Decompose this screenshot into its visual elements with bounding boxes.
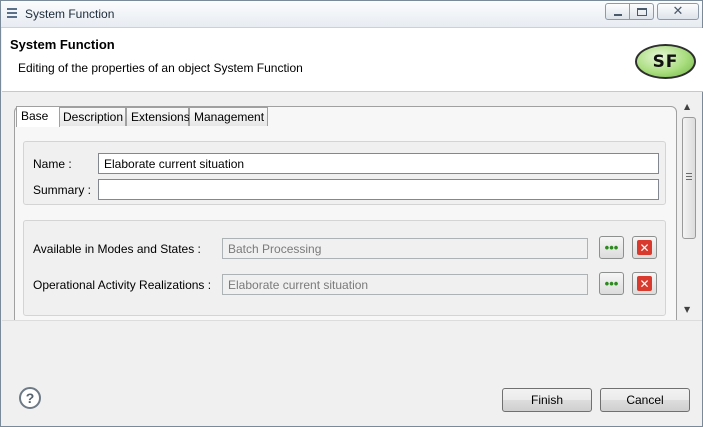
tab-extensions[interactable]: Extensions xyxy=(126,107,190,126)
ellipsis-icon: ••• xyxy=(604,275,619,291)
modes-states-label: Available in Modes and States : xyxy=(33,242,201,256)
vertical-scrollbar[interactable]: ▲ ▼ xyxy=(680,102,697,320)
app-menu-icon[interactable] xyxy=(7,8,19,21)
references-group xyxy=(23,220,666,316)
grip-icon xyxy=(686,173,692,182)
op-activity-remove-button[interactable]: ✕ xyxy=(632,272,657,295)
tab-description[interactable]: Description xyxy=(58,107,126,126)
tab-management[interactable]: Management xyxy=(189,107,268,126)
summary-label: Summary : xyxy=(33,183,92,197)
scrollbar-thumb[interactable] xyxy=(682,117,696,239)
title-bar: System Function ✕ xyxy=(1,1,702,28)
header-description: Editing of the properties of an object S… xyxy=(18,61,303,75)
maximize-button[interactable] xyxy=(629,3,654,20)
scroll-up-icon[interactable]: ▲ xyxy=(684,102,690,111)
dialog-header: System Function Editing of the propertie… xyxy=(2,28,703,92)
header-title: System Function xyxy=(10,37,115,52)
name-label: Name : xyxy=(33,157,72,171)
modes-states-remove-button[interactable]: ✕ xyxy=(632,236,657,259)
close-button[interactable]: ✕ xyxy=(657,3,699,20)
minimize-icon xyxy=(613,13,622,16)
summary-field[interactable] xyxy=(98,179,659,200)
help-icon[interactable]: ? xyxy=(19,387,41,409)
minimize-button[interactable] xyxy=(605,3,630,20)
scroll-content: Base Description Extensions Management N… xyxy=(2,93,702,320)
scroll-down-icon[interactable]: ▼ xyxy=(684,305,690,314)
red-x-icon: ✕ xyxy=(637,240,652,255)
name-field[interactable]: Elaborate current situation xyxy=(98,153,659,174)
op-activity-label: Operational Activity Realizations : xyxy=(33,278,212,292)
modes-states-field: Batch Processing xyxy=(222,238,588,259)
ellipsis-icon: ••• xyxy=(604,239,619,255)
dialog-window: System Function ✕ System Function Editin… xyxy=(0,0,703,427)
tab-base[interactable]: Base xyxy=(16,106,60,127)
finish-button[interactable]: Finish xyxy=(502,388,592,412)
cancel-button[interactable]: Cancel xyxy=(600,388,690,412)
sf-logo-icon: SF xyxy=(635,44,696,79)
modes-states-browse-button[interactable]: ••• xyxy=(599,236,624,259)
window-title: System Function xyxy=(25,7,115,21)
maximize-icon xyxy=(636,7,647,16)
close-icon: ✕ xyxy=(672,4,684,19)
red-x-icon: ✕ xyxy=(637,276,652,291)
op-activity-browse-button[interactable]: ••• xyxy=(599,272,624,295)
op-activity-field: Elaborate current situation xyxy=(222,274,588,295)
footer-separator xyxy=(2,320,702,321)
